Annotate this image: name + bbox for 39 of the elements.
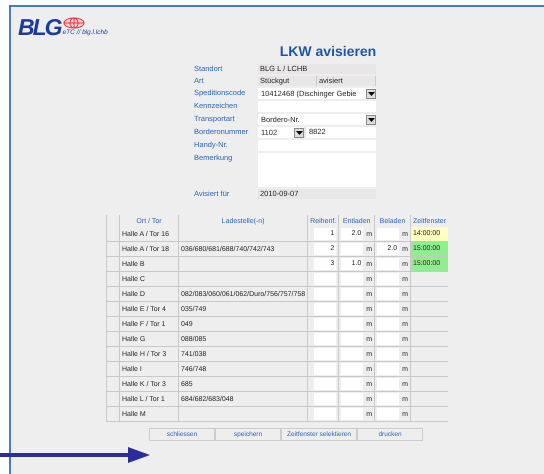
input-field[interactable] (314, 333, 336, 345)
input-field[interactable] (341, 303, 364, 315)
input-field[interactable] (377, 408, 400, 420)
input-field[interactable] (377, 318, 400, 330)
input-field[interactable] (314, 378, 336, 390)
input-field[interactable] (377, 378, 400, 390)
input-field[interactable] (314, 318, 336, 330)
input-field[interactable] (377, 273, 400, 285)
logo-text: BLG (18, 15, 61, 39)
input-field[interactable] (341, 333, 364, 345)
dropdown-icon[interactable] (366, 88, 376, 98)
input-field[interactable] (341, 393, 364, 405)
input-field[interactable] (341, 273, 364, 285)
page-title: LKW avisieren (278, 43, 378, 59)
input-field[interactable] (377, 348, 400, 360)
input-field[interactable] (314, 363, 336, 375)
input-field[interactable] (341, 243, 364, 255)
dropdown-icon[interactable] (294, 128, 304, 138)
input-field[interactable] (377, 228, 400, 240)
input-field[interactable] (377, 363, 400, 375)
input-field[interactable] (314, 288, 336, 300)
input-field[interactable] (341, 288, 364, 300)
input-field[interactable] (377, 393, 400, 405)
input-field[interactable] (341, 408, 364, 420)
input-field[interactable] (314, 348, 336, 360)
input-field[interactable] (341, 318, 364, 330)
input-field[interactable] (341, 378, 364, 390)
input-field[interactable] (314, 273, 336, 285)
input-field[interactable] (377, 303, 400, 315)
input-field[interactable] (314, 408, 336, 420)
input-field[interactable] (377, 258, 400, 270)
input-field[interactable] (314, 393, 336, 405)
input-field[interactable] (341, 363, 364, 375)
globe-icon (62, 17, 85, 29)
dropdown-icon[interactable] (366, 114, 376, 124)
input-field[interactable] (314, 303, 336, 315)
input-field[interactable] (377, 288, 400, 300)
input-field[interactable] (341, 348, 364, 360)
input-field[interactable] (377, 333, 400, 345)
